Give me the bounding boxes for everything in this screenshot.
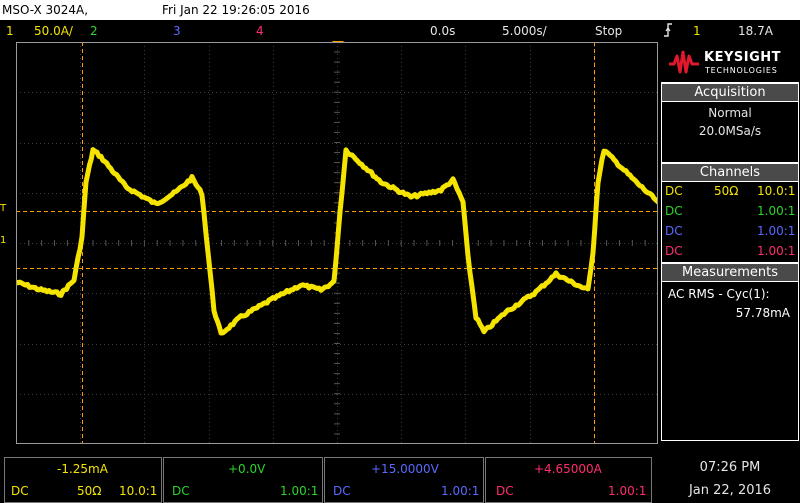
ch3-footer-coupling: DC [333,484,351,498]
instrument-model: MSO-X 3024A, [2,3,89,17]
ch1-scale[interactable]: 50.0A/ [34,20,73,42]
sidebar: KEYSIGHT TECHNOLOGIES Acquisition Normal… [661,42,799,441]
ch4-coupling: DC [665,244,683,258]
channels-header[interactable]: Channels [662,164,798,181]
channel-row-3[interactable]: DC 1.00:1 [662,222,798,241]
ch2-footer-probe: 1.00:1 [280,484,319,498]
acquisition-panel: Normal 20.0MSa/s [662,102,798,162]
time-delay[interactable]: 0.0s [430,20,455,42]
status-bar: 1 50.0A/ 2 3 4 0.0s 5.000s/ Stop 1 18.7A [0,20,800,41]
measurement-value: 57.78mA [735,306,790,320]
ch2-offset: +0.0V [228,462,266,476]
ch4-probe: 1.00:1 [757,244,796,258]
ch1-footer-probe: 10.0:1 [119,484,158,498]
ch2-number[interactable]: 2 [90,20,98,42]
channel-row-4[interactable]: DC 1.00:1 [662,242,798,261]
keysight-wave-icon [669,50,699,74]
ch2-readout[interactable]: +0.0V DC 1.00:1 [163,457,323,503]
ch4-footer-probe: 1.00:1 [608,484,647,498]
ch1-readout[interactable]: -1.25mA DC 50Ω 10.0:1 [4,457,162,503]
acquisition-header[interactable]: Acquisition [662,84,798,101]
ch1-footer-impedance: 50Ω [77,484,102,498]
ch1-ground-marker[interactable]: 1 [0,235,6,246]
trigger-level-marker[interactable]: T [0,203,6,214]
keysight-logo: KEYSIGHT TECHNOLOGIES [661,42,799,82]
channels-panel: DC 50Ω 10.0:1 DC 1.00:1 DC 1.00:1 DC 1.0… [662,182,798,262]
trigger-level[interactable]: 18.7A [738,20,773,42]
ch1-impedance: 50Ω [714,184,739,198]
ch3-offset: +15.0000V [371,462,439,476]
measurements-panel: AC RMS - Cyc(1): 57.78mA [662,282,798,440]
timestamp: Fri Jan 22 19:26:05 2016 [162,3,310,17]
ch3-footer-probe: 1.00:1 [441,484,480,498]
title-bar: MSO-X 3024A, Fri Jan 22 19:26:05 2016 [0,0,800,20]
ch3-coupling: DC [665,224,683,238]
channel-row-2[interactable]: DC 1.00:1 [662,202,798,221]
ch3-probe: 1.00:1 [757,224,796,238]
ch3-number[interactable]: 3 [173,20,181,42]
ch1-footer-coupling: DC [11,484,29,498]
ch4-number[interactable]: 4 [256,20,264,42]
brand-subtitle: TECHNOLOGIES [705,66,778,75]
clock-time: 07:26 PM [699,460,761,475]
trigger-channel[interactable]: 1 [693,20,701,42]
measurement-label: AC RMS - Cyc(1): [668,287,770,301]
ch4-readout[interactable]: +4.65000A DC 1.00:1 [485,457,652,503]
ch4-offset: +4.65000A [534,462,602,476]
ch1-offset: -1.25mA [57,462,108,476]
ch1-number[interactable]: 1 [6,20,14,42]
clock: 07:26 PM Jan 22, 2016 [660,458,800,498]
brand-name: KEYSIGHT [704,50,781,65]
graticule-svg [13,41,661,444]
ch3-readout[interactable]: +15.0000V DC 1.00:1 [324,457,484,503]
channel-row-1[interactable]: DC 50Ω 10.0:1 [662,182,798,201]
run-state[interactable]: Stop [595,20,622,42]
waveform-display[interactable] [13,41,661,444]
ch2-probe: 1.00:1 [757,204,796,218]
ch2-footer-coupling: DC [172,484,190,498]
ch1-coupling: DC [665,184,683,198]
ch4-footer-coupling: DC [496,484,514,498]
ch1-probe: 10.0:1 [757,184,796,198]
time-scale[interactable]: 5.000s/ [502,20,547,42]
sample-rate: 20.0MSa/s [698,124,762,138]
channel-readout-bar: -1.25mA DC 50Ω 10.0:1 +0.0V DC 1.00:1 +1… [0,457,653,503]
clock-date: Jan 22, 2016 [688,483,772,498]
measurements-header[interactable]: Measurements [662,264,798,281]
ch2-coupling: DC [665,204,683,218]
acquisition-mode: Normal [708,106,752,120]
